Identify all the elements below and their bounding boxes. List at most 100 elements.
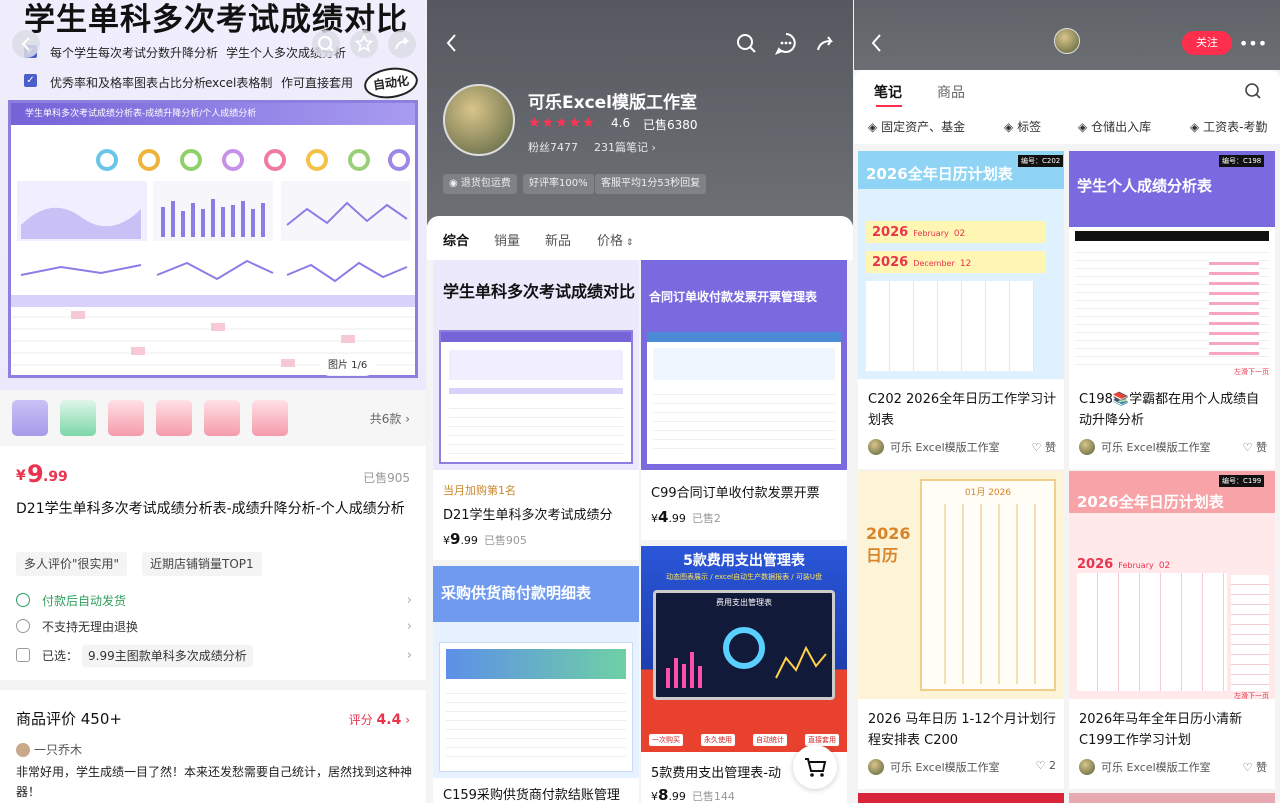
shop-name: 可乐Excel模版工作室 xyxy=(528,93,698,113)
selected-label: 已选： xyxy=(42,649,79,663)
shop-avatar[interactable] xyxy=(1054,28,1080,54)
search-button[interactable] xyxy=(1244,82,1262,100)
year-label: 2026 xyxy=(872,255,909,270)
product-price: ¥9.99 已售905 xyxy=(443,530,527,548)
style-thumb[interactable] xyxy=(108,400,144,436)
sort-tab-overall[interactable]: 综合 xyxy=(443,230,469,249)
total-styles-link[interactable]: 共6款 › xyxy=(370,410,410,427)
chevron-right-icon: › xyxy=(405,412,410,426)
sold-count: 已售905 xyxy=(483,534,527,547)
note-author: 可乐 Excel模版工作室 xyxy=(868,439,1000,455)
sheet-rows xyxy=(1075,245,1269,371)
cart-icon xyxy=(805,758,827,777)
spreadsheet-preview: 学生单科多次考试成绩分析表-成绩升降分析/个人成绩分析 xyxy=(8,100,418,378)
product-card[interactable]: 合同订单收付款发票开票管理表 C99合同订单收付款发票开票 ¥4.99 已售2 xyxy=(641,260,847,540)
sort-tab-price[interactable]: 价格 ⇕ xyxy=(597,230,633,249)
style-thumb[interactable] xyxy=(60,400,96,436)
score-label: 评分 xyxy=(348,713,373,727)
notes-link[interactable]: 231篇笔记 › xyxy=(594,139,656,155)
layers-icon: ◈ xyxy=(1190,120,1200,134)
note-image: 2026全年日历计划表 编号：C202 2026 February 02 202… xyxy=(858,151,1064,379)
feature-text: 每个学生每次考试分数升降分析 xyxy=(50,46,219,60)
back-button[interactable] xyxy=(12,30,40,58)
avatar xyxy=(868,759,884,775)
note-card[interactable]: 学生个人成绩分析表 编号：C198 左滑下一页 C198📚学霸都在用个人成绩自动… xyxy=(1069,151,1275,469)
product-image-carousel[interactable]: 学生单科多次考试成绩对比 ✓ 每个学生每次考试分数升降分析 学生个人多次成绩分析… xyxy=(0,0,426,390)
chevron-right-icon: › xyxy=(651,141,656,154)
sort-tab-sales[interactable]: 销量 xyxy=(494,230,520,249)
sort-arrows-icon: ⇕ xyxy=(623,238,634,248)
style-thumbnails: 共6款 › xyxy=(0,390,426,446)
category-chip[interactable]: ◈ 固定资产、基金 xyxy=(868,118,965,135)
swipe-hint: 左滑下一页 xyxy=(1234,692,1269,700)
shop-avatar[interactable] xyxy=(443,84,515,156)
feature-text: 优秀率和及格率图表占比分析 xyxy=(50,76,207,90)
category-chip[interactable]: ◈ 工资表-考勤 xyxy=(1190,118,1267,135)
product-price: ¥8.99 已售144 xyxy=(651,786,735,803)
author-name: 可乐 Excel模版工作室 xyxy=(1101,441,1211,454)
favorite-button[interactable] xyxy=(350,30,378,58)
code-label: 编号：C198 xyxy=(1219,155,1265,167)
sheet-thumb xyxy=(439,642,633,772)
more-button[interactable]: ••• xyxy=(1239,30,1267,56)
shop-pill: 好评率100% xyxy=(523,174,594,194)
selected-option-row[interactable]: 已选： 9.99主图款单科多次成绩分析 › xyxy=(16,645,412,667)
like-button[interactable]: ♡ 赞 xyxy=(1243,759,1267,775)
like-count: 赞 xyxy=(1256,761,1267,774)
search-button[interactable] xyxy=(312,30,340,58)
image-title: 学生个人成绩分析表 xyxy=(1077,177,1213,195)
sheet-header xyxy=(1075,231,1269,241)
search-button[interactable] xyxy=(733,30,759,56)
like-count: 赞 xyxy=(1045,441,1056,454)
style-thumb[interactable] xyxy=(156,400,192,436)
feature-pill: 一次购买 xyxy=(649,734,683,746)
share-button[interactable] xyxy=(813,30,839,56)
sales-tag[interactable]: 近期店铺销量TOP1 xyxy=(142,552,262,576)
back-button[interactable] xyxy=(439,30,465,56)
reviewer: 一只乔木 xyxy=(16,741,82,758)
service-label: 不支持无理由退换 xyxy=(42,620,139,634)
note-author: 可乐 Excel模版工作室 xyxy=(1079,759,1211,775)
note-card[interactable]: 2026全年日历计划表 编号：C202 2026 February 02 202… xyxy=(858,151,1064,469)
price-yuan: 4 xyxy=(658,508,669,526)
product-card[interactable]: 学生单科多次考试成绩对比 当月加购第1名 D21学生单科多次考试成绩分 ¥9.9… xyxy=(433,260,639,560)
note-card[interactable]: 2026全年日历计划表 编号：C199 2026 February 02 左滑下… xyxy=(1069,471,1275,789)
reviewer-name: 一只乔木 xyxy=(34,743,83,757)
product-card[interactable]: 采购供货商付款明细表 C159采购供货商付款结账管理 xyxy=(433,566,639,803)
like-button[interactable]: ♡ 赞 xyxy=(1243,439,1267,455)
sheet-thumb xyxy=(439,330,633,464)
tab-notes[interactable]: 笔记 xyxy=(874,82,902,102)
cart-button[interactable] xyxy=(793,745,837,789)
category-chip[interactable]: ◈ 仓储出入库 xyxy=(1078,118,1151,135)
share-button[interactable] xyxy=(388,30,416,58)
service-auto-ship[interactable]: 付款后自动发货 › xyxy=(16,590,412,612)
like-button[interactable]: ♡ 赞 xyxy=(1032,439,1056,455)
note-card[interactable]: 2026日历 01月 2026 2026 马年日历 1-12个月计划行程安排表 … xyxy=(858,471,1064,789)
style-thumb[interactable] xyxy=(12,400,48,436)
chevron-left-icon xyxy=(871,34,881,52)
chat-button[interactable] xyxy=(773,30,799,56)
tab-products[interactable]: 商品 xyxy=(937,82,965,102)
back-button[interactable] xyxy=(864,30,890,56)
note-image: 2026全年日历计划表 编号：C199 2026 February 02 左滑下… xyxy=(1069,471,1275,700)
review-score: 评分 4.4 › xyxy=(349,711,410,728)
price-cents: .99 xyxy=(668,790,686,803)
product-title: D21学生单科多次考试成绩分析表-成绩升降分析-个人成绩分析 xyxy=(16,501,405,517)
follow-button[interactable]: 关注 xyxy=(1182,31,1232,55)
layers-icon: ◈ xyxy=(1004,120,1014,134)
dashboard-graphic xyxy=(666,627,827,688)
review-section-title[interactable]: 商品评价 450+ xyxy=(16,708,122,729)
service-no-return[interactable]: 不支持无理由退换 › xyxy=(16,616,412,638)
author-name: 可乐 Excel模版工作室 xyxy=(890,441,1000,454)
style-thumb[interactable] xyxy=(252,400,288,436)
category-chip[interactable]: ◈ 标签 xyxy=(1004,118,1041,135)
search-icon xyxy=(1245,83,1261,99)
section-divider xyxy=(0,680,426,690)
like-button[interactable]: ♡ 2 xyxy=(1036,759,1056,772)
category-label: 标签 xyxy=(1017,120,1042,134)
sort-tab-new[interactable]: 新品 xyxy=(545,230,571,249)
style-thumb[interactable] xyxy=(204,400,240,436)
sheet-title: 学生单科多次考试成绩分析表-成绩升降分析/个人成绩分析 xyxy=(11,103,415,125)
review-tag[interactable]: 多人评价"很实用" xyxy=(16,552,128,576)
next-card-peek xyxy=(858,793,1064,803)
